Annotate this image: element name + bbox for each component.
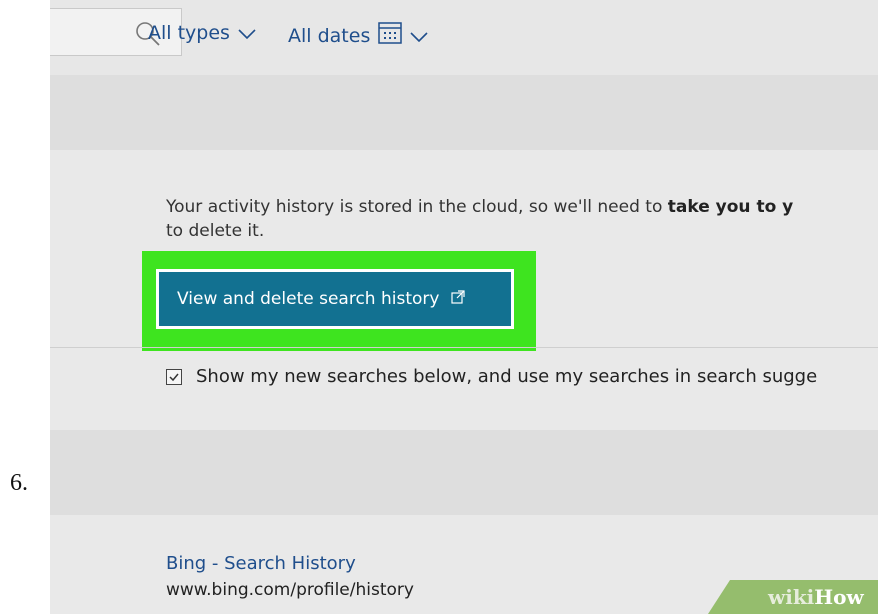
wikihow-watermark: wiki How [708, 580, 878, 614]
section-band [50, 75, 878, 150]
watermark-part1: wiki [768, 585, 815, 609]
button-label: View and delete search history [177, 289, 440, 309]
show-searches-option[interactable]: Show my new searches below, and use my s… [166, 366, 817, 387]
notice-text-line2: to delete it. [166, 221, 265, 241]
chevron-down-icon [410, 25, 428, 47]
show-searches-checkbox[interactable] [166, 368, 182, 385]
filter-dates-label: All dates [288, 24, 371, 47]
filter-types-dropdown[interactable]: All types [148, 22, 256, 44]
result-title-link[interactable]: Bing - Search History [166, 553, 356, 574]
activity-history-panel: All types All dates Your activity histor… [50, 0, 878, 614]
notice-bold-text: take you to y [667, 197, 794, 217]
notice-text: Your activity history is stored in the c… [166, 197, 668, 217]
cloud-history-notice: Your activity history is stored in the c… [166, 195, 878, 243]
filter-toolbar: All types All dates [50, 0, 878, 75]
calendar-icon[interactable] [378, 22, 403, 49]
divider [50, 347, 878, 348]
step-number: 6. [10, 470, 28, 496]
show-searches-label: Show my new searches below, and use my s… [196, 366, 818, 387]
external-link-icon [451, 289, 466, 309]
view-delete-search-history-button[interactable]: View and delete search history [156, 269, 514, 329]
filter-dates-dropdown[interactable]: All dates [288, 22, 428, 49]
result-url: www.bing.com/profile/history [166, 580, 414, 600]
watermark-part2: How [814, 585, 864, 609]
section-band [50, 430, 878, 515]
chevron-down-icon [238, 22, 256, 44]
filter-types-label: All types [148, 22, 230, 44]
